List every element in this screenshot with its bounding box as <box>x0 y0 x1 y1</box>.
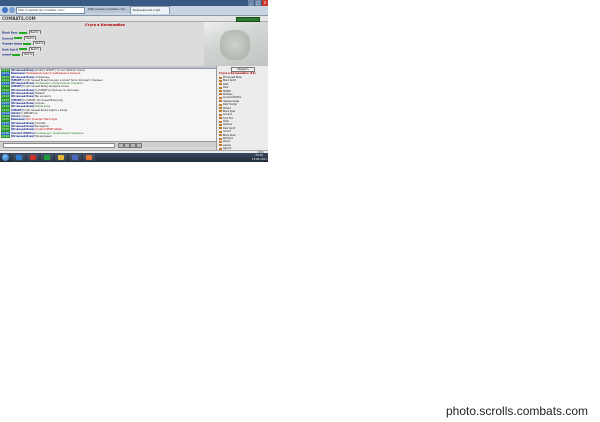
player-icon <box>219 120 222 123</box>
fighter-name[interactable]: Dark Spirit <box>2 48 18 51</box>
player-icon <box>219 96 222 99</box>
app-icon <box>30 155 36 160</box>
health-bar <box>18 31 27 34</box>
roster-title: Стуга в Катакомбах (15) <box>219 72 256 75</box>
watermark: photo.scrolls.combats.com <box>446 404 589 418</box>
player-icon <box>219 103 222 106</box>
back-icon[interactable] <box>2 7 8 13</box>
fighter-name[interactable]: mmmf <box>2 54 11 57</box>
taskbar-app-1[interactable] <box>27 154 39 161</box>
taskbar-app-3[interactable] <box>55 154 67 161</box>
fighter-name[interactable]: Black Eyes <box>2 32 18 35</box>
player-roster: Обновить Стуга в Катакомбах (15) Истинны… <box>216 66 268 150</box>
forward-icon[interactable] <box>9 7 15 13</box>
taskbar-app-4[interactable] <box>69 154 81 161</box>
app-icon <box>16 155 22 160</box>
fighter-row: mmmf Выйти <box>2 52 202 56</box>
fighter-name[interactable]: Ancient <box>2 37 13 40</box>
tray-clock[interactable]: 23:26 13.04.2011 <box>252 154 267 161</box>
app-icon <box>72 155 78 160</box>
chat-log[interactable]: 23:21 [Истинный Воин] private [ SMARF ] п… <box>0 68 216 142</box>
battle-title: Стуга в Катакомбах <box>84 23 126 27</box>
chat-text: Продолжаем <box>35 134 52 138</box>
health-bar <box>18 48 27 50</box>
taskbar: 23:26 13.04.2011 <box>0 153 268 162</box>
player-icon <box>219 130 222 133</box>
fighter-action-button[interactable]: Выйти <box>33 41 46 45</box>
player-icon <box>219 86 222 89</box>
battle-panel: Стуга в Катакомбах Black Eyes Выйти Ancien… <box>0 22 204 66</box>
chat-input-bar <box>0 141 216 148</box>
start-button[interactable] <box>2 154 9 161</box>
fighter-row: Ancient Выйти <box>2 35 202 40</box>
clock-date: 13.04.2011 <box>252 157 267 161</box>
fighter-action-button[interactable]: Выйти <box>24 35 37 40</box>
address-bar[interactable]: http://capitalcity.combats.com/ <box>16 7 85 14</box>
fighter-row: Dark Spirit Выйти <box>2 46 202 51</box>
player-icon <box>219 107 222 110</box>
player-icon <box>219 137 222 140</box>
taskbar-app-5[interactable] <box>83 154 95 161</box>
health-bar <box>23 42 32 45</box>
player-icon <box>219 140 222 143</box>
player-icon <box>219 90 222 93</box>
health-bar <box>14 37 23 39</box>
player-icon <box>219 134 222 137</box>
site-logo: COMBATS.COM <box>2 16 36 21</box>
chat-input[interactable] <box>3 143 115 148</box>
chat-sender[interactable]: [Истинный Воин] <box>11 135 34 138</box>
player-icon <box>219 123 222 126</box>
player-icon <box>219 127 222 130</box>
player-icon <box>219 113 222 116</box>
player-icon <box>219 144 222 147</box>
browser-tab-1[interactable]: http://www.combats.com <box>86 6 130 13</box>
fighter-action-button[interactable]: Выйти <box>28 30 41 34</box>
player-icon <box>219 110 222 113</box>
chat-message: 23:26 [Истинный Воин] Продолжаем <box>0 134 216 139</box>
player-icon <box>219 83 222 86</box>
app-icon <box>86 155 92 160</box>
player-icon <box>219 100 222 103</box>
player-icon <box>219 76 222 79</box>
filter-icon[interactable] <box>136 143 142 148</box>
app-icon <box>58 155 64 160</box>
player-icon <box>219 79 222 82</box>
taskbar-app-2[interactable] <box>41 154 53 161</box>
screenshot-thumbnail: _ □ × http://capitalcity.combats.com/ ht… <box>0 0 268 162</box>
fighter-action-button[interactable]: Выйти <box>22 52 35 56</box>
fighter-row: Black Eyes Выйти <box>2 30 202 34</box>
player-icon <box>219 117 222 120</box>
fighter-row: Черная миша Выйти <box>2 41 202 45</box>
app-icon <box>44 155 50 160</box>
fighter-action-button[interactable]: Выйти <box>28 46 41 51</box>
player-icon <box>219 93 222 96</box>
location-image <box>204 22 268 66</box>
health-bar <box>12 53 21 56</box>
chat-timestamp[interactable]: 23:26 <box>1 134 10 139</box>
game-area: COMBATS.COM Стуга в Катакомбах Black Eye… <box>0 16 268 150</box>
roster-list: Истинный Воин Black Spirit Istok Dark SMARF M… <box>219 76 267 150</box>
taskbar-app-0[interactable] <box>13 154 25 161</box>
fighter-name[interactable]: Черная миша <box>2 43 22 46</box>
browser-tab-2[interactable]: Бойцовский клуб <box>130 6 170 14</box>
